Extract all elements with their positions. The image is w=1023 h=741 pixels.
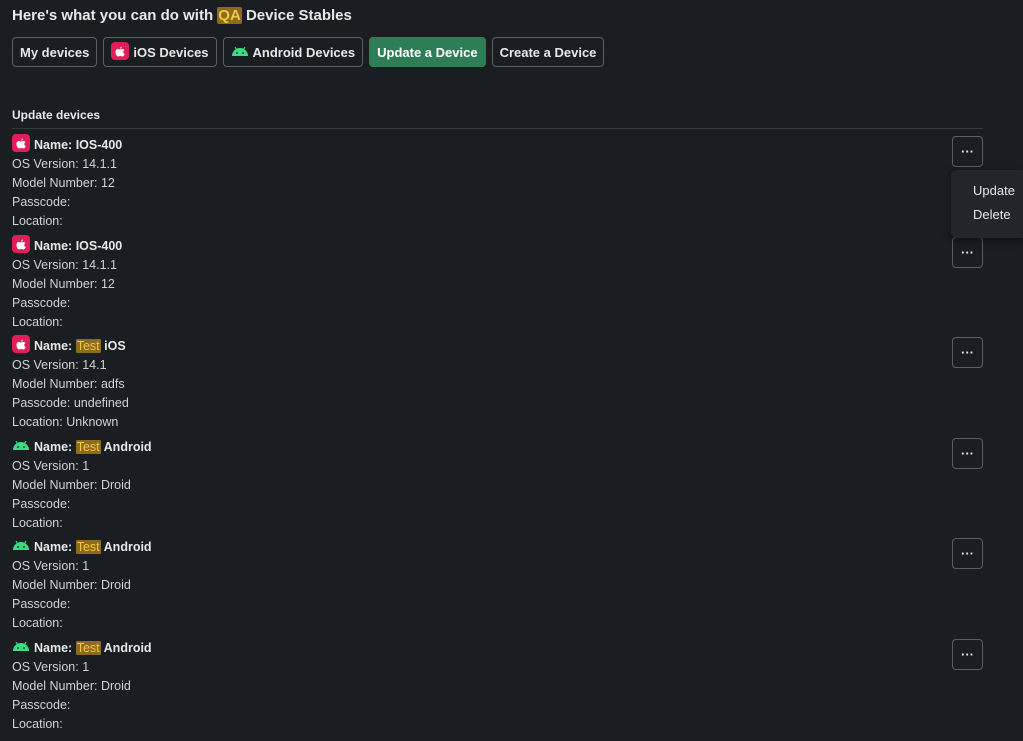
android-icon xyxy=(12,538,30,557)
device-os-version: OS Version: 14.1.1 xyxy=(12,157,117,171)
device-entry: Name: Test iOS OS Version: 14.1 Model Numb… xyxy=(12,334,983,433)
more-actions-button[interactable]: ··· xyxy=(952,237,983,268)
apple-icon xyxy=(12,234,30,259)
section-divider xyxy=(12,128,983,129)
search-highlight: QA xyxy=(217,7,242,24)
search-highlight: Test xyxy=(75,641,101,655)
device-name: Name: IOS-400 xyxy=(12,234,983,259)
device-entry: Name: Test Android OS Version: 1 Model Num… xyxy=(12,538,983,634)
my-devices-button[interactable]: My devices xyxy=(12,37,98,67)
device-passcode: Passcode: undefined xyxy=(12,396,129,410)
device-name: Name: Test Android xyxy=(12,438,983,457)
device-model-number: Model Number: 12 xyxy=(12,176,115,190)
more-actions-button[interactable]: ··· xyxy=(952,337,983,368)
menu-item-update[interactable]: Update xyxy=(973,183,1015,198)
more-actions-button[interactable]: ··· xyxy=(952,438,983,469)
ios-devices-button[interactable]: iOS Devices xyxy=(103,37,217,67)
device-os-version: OS Version: 1 xyxy=(12,559,90,573)
device-entry: Name: Test Android OS Version: 1 Model Num… xyxy=(12,438,983,534)
device-location: Location: xyxy=(12,315,63,329)
section-title: Update devices xyxy=(12,108,101,122)
android-icon xyxy=(231,45,249,60)
device-location: Location: Unknown xyxy=(12,415,119,429)
action-buttons: My devices iOS Devices Android Devices U… xyxy=(12,37,605,67)
more-actions-button[interactable]: ··· xyxy=(952,136,983,167)
device-name: Name: Test Android xyxy=(12,538,983,557)
app-page: Here's what you can do with QA Device St… xyxy=(0,0,1023,741)
device-entry: Name: Test Android OS Version: 1 Model Num… xyxy=(12,639,983,735)
device-passcode: Passcode: xyxy=(12,597,71,611)
device-location: Location: xyxy=(12,214,63,228)
search-highlight: Test xyxy=(75,440,101,454)
overflow-menu: Update Delete xyxy=(951,170,1023,238)
create-device-button[interactable]: Create a Device xyxy=(491,37,605,67)
device-location: Location: xyxy=(12,616,63,630)
more-actions-button[interactable]: ··· xyxy=(952,639,983,670)
device-model-number: Model Number: Droid xyxy=(12,478,131,492)
update-device-button[interactable]: Update a Device xyxy=(369,37,486,67)
device-model-number: Model Number: adfs xyxy=(12,377,125,391)
device-entry: Name: IOS-400 OS Version: 14.1.1 Model Num… xyxy=(12,234,983,333)
device-os-version: OS Version: 1 xyxy=(12,459,90,473)
android-devices-button[interactable]: Android Devices xyxy=(222,37,364,67)
search-highlight: Test xyxy=(75,339,101,353)
apple-icon xyxy=(12,334,30,359)
search-highlight: Test xyxy=(75,540,101,554)
device-model-number: Model Number: Droid xyxy=(12,578,131,592)
device-os-version: OS Version: 1 xyxy=(12,660,90,674)
device-name: Name: IOS-400 xyxy=(12,133,983,158)
android-icon xyxy=(12,639,30,658)
device-model-number: Model Number: 12 xyxy=(12,277,115,291)
device-entry: Name: IOS-400 OS Version: 14.1.1 Model Num… xyxy=(12,133,983,232)
more-actions-button[interactable]: ··· xyxy=(952,538,983,569)
device-name: Name: Test Android xyxy=(12,639,983,658)
device-passcode: Passcode: xyxy=(12,195,71,209)
device-os-version: OS Version: 14.1 xyxy=(12,358,107,372)
menu-item-delete[interactable]: Delete xyxy=(973,207,1011,222)
android-icon xyxy=(12,438,30,457)
apple-icon xyxy=(111,41,130,63)
device-location: Location: xyxy=(12,516,63,530)
device-name: Name: Test iOS xyxy=(12,334,983,359)
apple-icon xyxy=(12,133,30,158)
device-passcode: Passcode: xyxy=(12,698,71,712)
device-model-number: Model Number: Droid xyxy=(12,679,131,693)
device-os-version: OS Version: 14.1.1 xyxy=(12,258,117,272)
device-location: Location: xyxy=(12,717,63,731)
device-passcode: Passcode: xyxy=(12,497,71,511)
page-title: Here's what you can do with QA Device St… xyxy=(12,7,352,24)
device-passcode: Passcode: xyxy=(12,296,71,310)
